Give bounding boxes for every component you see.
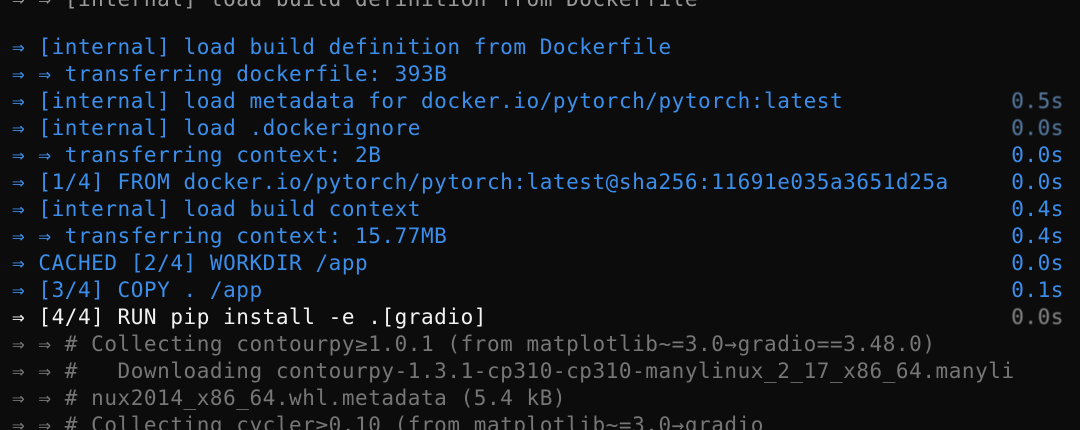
terminal-line: ⇒ ⇒ # Collecting cycler≥0.10 (from matpl… <box>12 412 1064 430</box>
terminal-line-text: ⇒ [internal] load .dockerignore <box>12 116 421 140</box>
terminal-line: ⇒ ⇒ # Downloading contourpy-1.3.1-cp310-… <box>12 358 1064 385</box>
terminal-line: ⇒ [internal] load .dockerignore 0.0s <box>12 115 1064 142</box>
terminal-line-text: ⇒ ⇒ [internal] load build definition fro… <box>12 0 698 13</box>
terminal-line-time: 0.0s <box>1011 143 1064 167</box>
terminal-line-text: ⇒ ⇒ # nux2014_x86_64.whl.metadata (5.4 k… <box>12 386 567 410</box>
terminal-line-text: ⇒ ⇒ transferring context: 2B <box>12 143 382 167</box>
terminal-line-text: ⇒ ⇒ # Collecting cycler≥0.10 (from matpl… <box>12 413 765 430</box>
terminal-line-time: 0.0s <box>1011 116 1064 140</box>
terminal-line: ⇒ ⇒ transferring dockerfile: 393B <box>12 61 1064 88</box>
terminal-line-text: ⇒ ⇒ # Downloading contourpy-1.3.1-cp310-… <box>12 359 1015 383</box>
terminal-line-text: ⇒ [1/4] FROM docker.io/pytorch/pytorch:l… <box>12 170 949 194</box>
terminal-line-text: ⇒ [internal] load metadata for docker.io… <box>12 89 844 113</box>
terminal-line-time: 0.4s <box>1011 197 1064 221</box>
terminal-line-text: ⇒ [4/4] RUN pip install -e .[gradio] <box>12 305 487 329</box>
terminal-line-time: 0.5s <box>1011 89 1064 113</box>
terminal-line-text: ⇒ [internal] load build context <box>12 197 421 221</box>
terminal-line: ⇒ ⇒ transferring context: 15.77MB 0.4s <box>12 223 1064 250</box>
terminal-line-time: 0.0s <box>1011 305 1064 329</box>
terminal-line: ⇒ [internal] load build definition from … <box>12 34 1064 61</box>
terminal-line: ⇒ ⇒ [internal] load build definition fro… <box>12 0 1064 13</box>
terminal-line-text: ⇒ ⇒ transferring dockerfile: 393B <box>12 62 448 86</box>
terminal-line: ⇒ ⇒ transferring context: 2B 0.0s <box>12 142 1064 169</box>
terminal-line-time: 0.0s <box>1011 251 1064 275</box>
terminal-line: ⇒ [internal] load metadata for docker.io… <box>12 88 1064 115</box>
terminal-line: ⇒ [1/4] FROM docker.io/pytorch/pytorch:l… <box>12 169 1064 196</box>
terminal-line-time: 0.4s <box>1011 224 1064 248</box>
terminal-line-time: 0.1s <box>1011 278 1064 302</box>
terminal-line-text: ⇒ ⇒ # Collecting contourpy≥1.0.1 (from m… <box>12 332 936 356</box>
terminal-line-text: ⇒ ⇒ transferring context: 15.77MB <box>12 224 448 248</box>
terminal-line: ⇒ [internal] load build context 0.4s <box>12 196 1064 223</box>
terminal-line-text: ⇒ [internal] load build definition from … <box>12 35 672 59</box>
terminal-line: ⇒ ⇒ # nux2014_x86_64.whl.metadata (5.4 k… <box>12 385 1064 412</box>
terminal-line: ⇒ [3/4] COPY . /app 0.1s <box>12 277 1064 304</box>
terminal-line: ⇒ ⇒ # Collecting contourpy≥1.0.1 (from m… <box>12 331 1064 358</box>
terminal-line-time: 0.0s <box>1011 170 1064 194</box>
terminal-line: ⇒ [4/4] RUN pip install -e .[gradio] 0.0… <box>12 304 1064 331</box>
terminal-line-text: ⇒ [3/4] COPY . /app <box>12 278 263 302</box>
terminal-line-text: ⇒ CACHED [2/4] WORKDIR /app <box>12 251 369 275</box>
terminal-window[interactable]: ⇒ ⇒ [internal] load build definition fro… <box>0 0 1080 430</box>
terminal-line: ⇒ CACHED [2/4] WORKDIR /app 0.0s <box>12 250 1064 277</box>
